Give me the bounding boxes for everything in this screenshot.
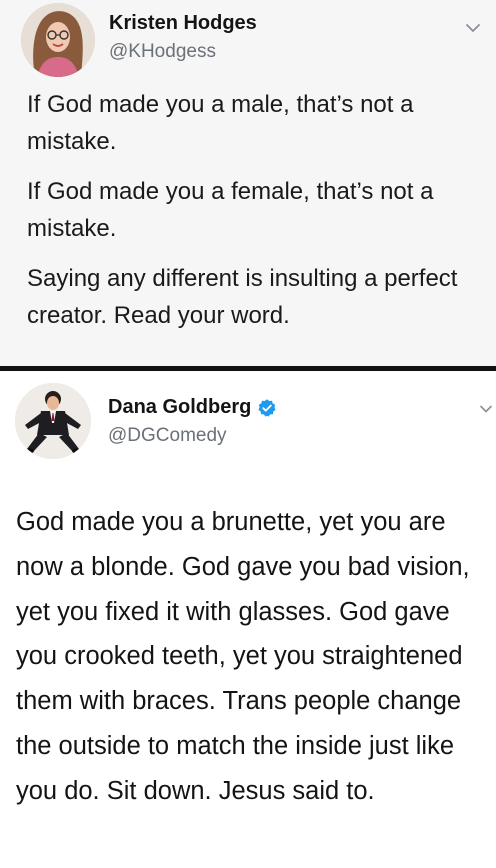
user-photo-avatar-icon	[15, 383, 91, 459]
avatar[interactable]	[21, 3, 95, 77]
author-handle[interactable]: @DGComedy	[108, 425, 227, 447]
author-handle[interactable]: @KHodgess	[109, 41, 216, 63]
tweet-paragraph: Saying any different is insulting a perf…	[27, 265, 458, 329]
author-name[interactable]: Dana Goldberg	[108, 396, 251, 419]
verified-badge-icon	[258, 398, 276, 417]
tweet-card-dana: Dana Goldberg @DGComedy God made you a b…	[0, 371, 496, 868]
tweet-paragraph: If God made you a male, that’s not a mis…	[27, 91, 414, 155]
tweet-text: If God made you a male, that’s not a mis…	[27, 86, 487, 347]
chevron-down-icon[interactable]	[465, 22, 481, 34]
tweet-card-kristen: Kristen Hodges @KHodgess If God made you…	[0, 0, 496, 366]
author-name-row: Dana Goldberg	[108, 396, 277, 419]
author-name[interactable]: Kristen Hodges	[109, 12, 257, 35]
tweet-paragraph: If God made you a female, that’s not a m…	[27, 178, 434, 242]
chevron-down-icon[interactable]	[479, 404, 493, 414]
user-photo-avatar-icon	[21, 3, 95, 77]
avatar[interactable]	[15, 383, 91, 459]
tweet-text: God made you a brunette, yet you are now…	[16, 508, 470, 805]
